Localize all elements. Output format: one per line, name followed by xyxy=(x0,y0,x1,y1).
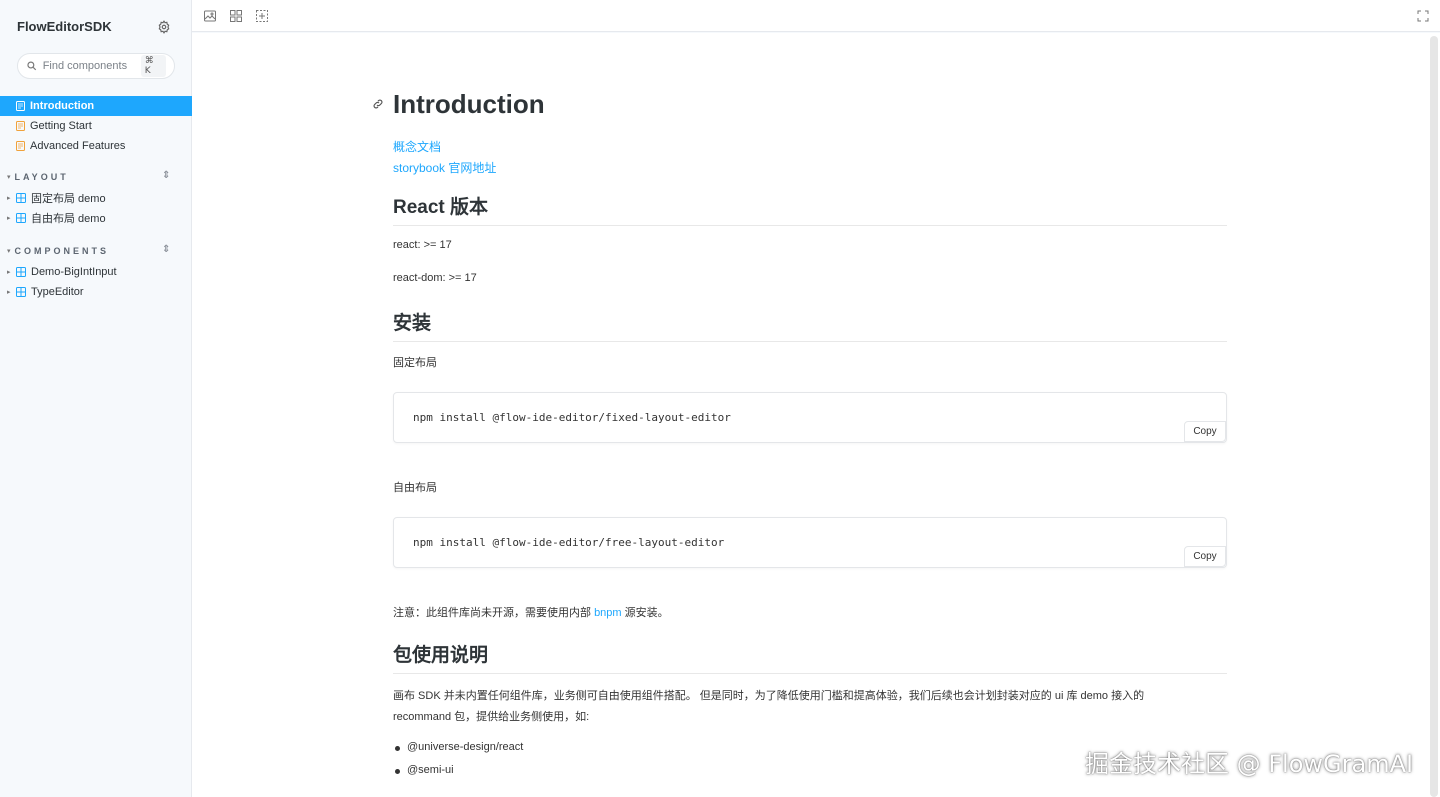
list-item: @semi-ui xyxy=(394,764,523,787)
component-grid-icon xyxy=(16,213,26,223)
note-text: 注意：此组件库尚未开源，需要使用内部 xyxy=(393,607,595,619)
toolbar-outline-button[interactable] xyxy=(255,9,269,23)
search-box[interactable]: ⌘ K xyxy=(17,53,175,79)
sidebar-item-label: Introduction xyxy=(30,100,95,112)
group-header-layout[interactable]: ▾ LAYOUT ⇕ xyxy=(0,169,192,185)
component-grid-icon xyxy=(16,193,26,203)
group-title: LAYOUT xyxy=(14,172,69,182)
chevron-right-icon: ▸ xyxy=(7,215,11,222)
document-icon xyxy=(16,101,25,111)
search-input[interactable] xyxy=(42,60,135,72)
free-install-code: npm install @flow-ide-editor/free-layout… xyxy=(393,517,1227,568)
sidebar-item-demo-bigintinput[interactable]: ▸ Demo-BigIntInput xyxy=(0,262,192,282)
sidebar-item-label: Getting Start xyxy=(30,120,92,132)
chevron-right-icon: ▸ xyxy=(7,289,11,296)
sidebar-item-label: Demo-BigIntInput xyxy=(31,266,117,278)
expand-collapse-icon[interactable]: ⇕ xyxy=(162,244,170,255)
sidebar-item-getting-start[interactable]: Getting Start xyxy=(0,116,192,136)
fixed-layout-label: 固定布局 xyxy=(393,357,437,369)
chevron-down-icon: ▾ xyxy=(7,174,11,181)
toolbar-fullscreen-button[interactable] xyxy=(1416,9,1430,23)
docs-nav: Introduction Getting Start Advanced Feat… xyxy=(0,96,192,156)
toolbar-image-button[interactable] xyxy=(203,9,217,23)
scrollbar[interactable] xyxy=(1430,36,1438,797)
page-title: Introduction xyxy=(393,89,545,119)
note-text: 源安装。 xyxy=(621,607,669,619)
search-icon xyxy=(27,61,37,71)
watermark: 掘金技术社区 @ FlowGramAI xyxy=(1085,750,1414,778)
sidebar-item-label: 自由布局 demo xyxy=(31,213,106,225)
link-anchor-icon[interactable] xyxy=(372,97,384,109)
usage-heading: 包使用说明 xyxy=(393,640,1227,674)
layout-group: ▸ 固定布局 demo ▸ 自由布局 demo xyxy=(0,188,192,228)
copy-button[interactable]: Copy xyxy=(1184,546,1226,567)
gear-icon xyxy=(158,20,170,34)
free-layout-label: 自由布局 xyxy=(393,482,437,494)
docs-content: Introduction 概念文档 storybook 官网地址 React 版… xyxy=(192,33,1440,797)
free-install-command: npm install @flow-ide-editor/free-layout… xyxy=(413,536,725,549)
react-requirement: react: >= 17 xyxy=(393,239,452,251)
settings-button[interactable] xyxy=(156,19,172,35)
grid-icon xyxy=(230,10,242,22)
components-group: ▸ Demo-BigIntInput ▸ TypeEditor xyxy=(0,262,192,302)
group-title: COMPONENTS xyxy=(14,246,110,256)
react-dom-requirement: react-dom: >= 17 xyxy=(393,272,477,284)
sidebar-item-free-layout[interactable]: ▸ 自由布局 demo xyxy=(0,208,192,228)
install-note: 注意：此组件库尚未开源，需要使用内部 bnpm 源安装。 xyxy=(393,604,669,620)
sidebar-item-advanced-features[interactable]: Advanced Features xyxy=(0,136,192,156)
sidebar-item-label: 固定布局 demo xyxy=(31,193,106,205)
document-icon xyxy=(16,141,25,151)
usage-paragraph-line2: recommand 包，提供给业务侧使用，如: xyxy=(393,711,590,723)
sidebar-item-label: TypeEditor xyxy=(31,286,84,298)
fullscreen-icon xyxy=(1417,10,1429,22)
sidebar-item-fixed-layout[interactable]: ▸ 固定布局 demo xyxy=(0,188,192,208)
chevron-right-icon: ▸ xyxy=(7,269,11,276)
storybook-link[interactable]: storybook 官网地址 xyxy=(393,159,496,176)
chevron-down-icon: ▾ xyxy=(7,248,11,255)
image-icon xyxy=(204,10,216,22)
package-list: @universe-design/react @semi-ui xyxy=(394,741,523,787)
chevron-right-icon: ▸ xyxy=(7,195,11,202)
sidebar-item-introduction[interactable]: Introduction xyxy=(0,96,192,116)
toolbar-grid-button[interactable] xyxy=(229,9,243,23)
sidebar-item-label: Advanced Features xyxy=(30,140,126,152)
bnpm-link[interactable]: bnpm xyxy=(594,607,622,619)
sidebar: FlowEditorSDK ⌘ K Introduction Getting S… xyxy=(0,0,192,797)
fixed-install-code: npm install @flow-ide-editor/fixed-layou… xyxy=(393,392,1227,443)
copy-button[interactable]: Copy xyxy=(1184,421,1226,442)
brand-title[interactable]: FlowEditorSDK xyxy=(17,19,112,34)
search-shortcut: ⌘ K xyxy=(140,55,166,77)
outline-icon xyxy=(256,10,268,22)
fixed-install-command: npm install @flow-ide-editor/fixed-layou… xyxy=(413,411,731,424)
usage-paragraph-line1: 画布 SDK 并未内置任何组件库，业务侧可自由使用组件搭配。 但是同时，为了降低… xyxy=(393,690,1145,702)
toolbar xyxy=(192,0,1440,32)
react-version-heading: React 版本 xyxy=(393,192,1227,226)
sidebar-item-typeeditor[interactable]: ▸ TypeEditor xyxy=(0,282,192,302)
concept-doc-link[interactable]: 概念文档 xyxy=(393,138,441,155)
component-grid-icon xyxy=(16,267,26,277)
expand-collapse-icon[interactable]: ⇕ xyxy=(162,170,170,181)
install-heading: 安装 xyxy=(393,308,1227,342)
component-grid-icon xyxy=(16,287,26,297)
document-icon xyxy=(16,121,25,131)
list-item: @universe-design/react xyxy=(394,741,523,764)
group-header-components[interactable]: ▾ COMPONENTS ⇕ xyxy=(0,243,192,259)
